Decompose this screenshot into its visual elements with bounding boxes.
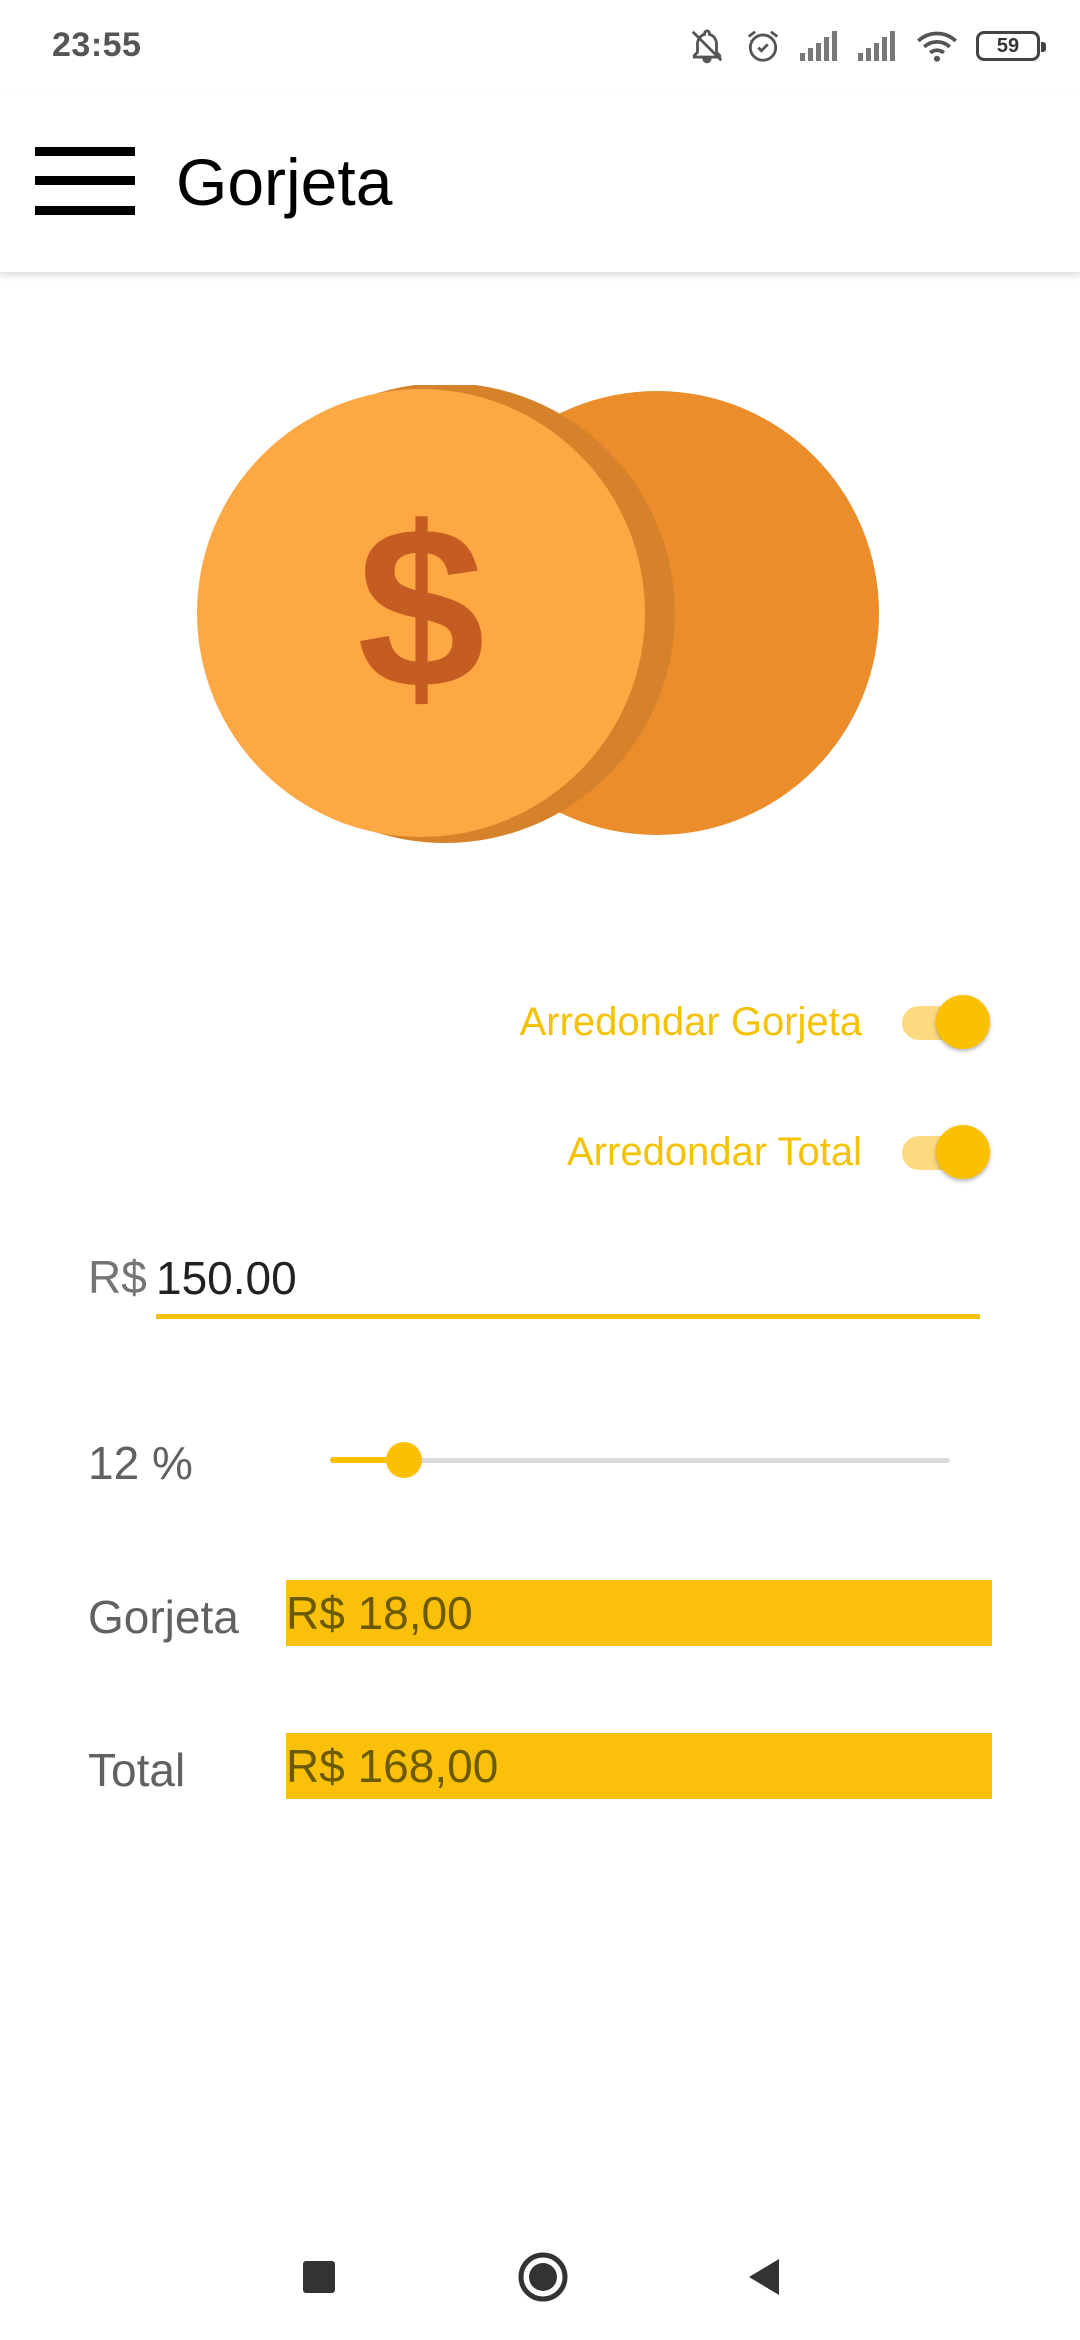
amount-input[interactable] [156,1242,980,1319]
recents-button[interactable] [274,2232,364,2322]
total-value: R$ 168,00 [286,1733,992,1799]
battery-level: 59 [996,34,1020,57]
signal-icon [858,31,898,61]
notifications-off-icon [688,27,726,65]
alarm-icon [744,27,782,65]
round-tip-row: Arredondar Gorjeta [520,990,990,1054]
round-tip-switch[interactable] [898,990,990,1054]
switch-thumb [936,1125,990,1179]
back-button[interactable] [720,2232,810,2322]
slider-thumb[interactable] [386,1442,423,1478]
total-label: Total [88,1744,186,1796]
recents-icon [303,2261,335,2293]
home-button[interactable] [498,2232,588,2322]
menu-icon [35,147,135,215]
signal-icon [800,31,840,61]
dollar-symbol: $ [357,479,485,736]
round-total-switch[interactable] [898,1120,990,1184]
page-title: Gorjeta [176,145,393,219]
currency-prefix: R$ [88,1251,147,1303]
wifi-icon [916,29,958,63]
menu-button[interactable] [30,140,140,222]
tip-percent-slider[interactable] [330,1430,950,1490]
coins-icon: $ [197,385,879,843]
status-bar: 23:55 59 [0,0,1080,92]
tip-value: R$ 18,00 [286,1580,992,1646]
status-icons: 59 [688,22,1046,70]
battery-icon: 59 [976,31,1046,61]
round-total-row: Arredondar Total [567,1120,990,1184]
status-time: 23:55 [52,26,142,64]
navigation-bar [0,2210,1080,2340]
switch-thumb [936,995,990,1049]
home-icon [518,2252,568,2302]
round-total-label: Arredondar Total [567,1129,862,1174]
round-tip-label: Arredondar Gorjeta [519,999,862,1044]
tip-percent-label: 12 % [88,1437,193,1489]
app-bar: Gorjeta [0,92,1080,273]
slider-rail [330,1458,950,1463]
back-icon [749,2259,779,2295]
tip-label: Gorjeta [88,1591,239,1643]
